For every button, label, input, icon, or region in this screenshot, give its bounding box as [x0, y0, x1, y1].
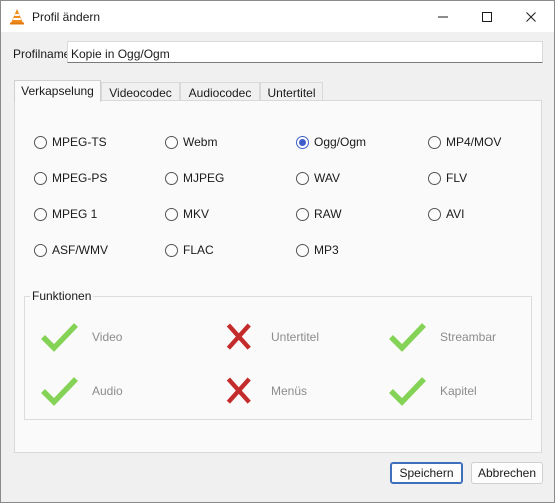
radio-label: MPEG 1	[52, 207, 98, 221]
feature-label: Video	[92, 330, 123, 344]
radio-label: MKV	[183, 207, 210, 221]
radio-label: FLAC	[183, 243, 214, 257]
radio-label: WAV	[314, 171, 340, 185]
window-title: Profil ändern	[32, 10, 101, 24]
feature-label: Untertitel	[271, 330, 320, 344]
maximize-button[interactable]	[465, 1, 509, 32]
feature-subtitles: Untertitel	[226, 321, 319, 353]
vlc-cone-icon	[9, 8, 25, 25]
feature-streamable: Streambar	[387, 321, 496, 353]
dialog-content: Profilname Verkapselung Videocodec Audio…	[1, 32, 554, 502]
radio-label: Webm	[183, 135, 218, 149]
feature-label: Audio	[92, 384, 123, 398]
radio-mpeg-1[interactable]: MPEG 1	[34, 207, 97, 221]
radio-raw[interactable]: RAW	[296, 207, 342, 221]
tab-audio-codec[interactable]: Audiocodec	[180, 82, 260, 101]
radio-label: AVI	[446, 207, 465, 221]
radio-label: MP4/MOV	[446, 135, 502, 149]
check-icon	[41, 323, 78, 352]
radio-mkv[interactable]: MKV	[165, 207, 209, 221]
check-icon	[389, 323, 426, 352]
feature-label: Kapitel	[440, 384, 477, 398]
profile-name-input[interactable]	[67, 41, 543, 63]
feature-audio: Audio	[39, 375, 123, 407]
radio-label: Ogg/Ogm	[314, 135, 367, 149]
radio-mpeg-ps[interactable]: MPEG-PS	[34, 171, 107, 185]
radio-wav[interactable]: WAV	[296, 171, 340, 185]
close-button[interactable]	[509, 1, 553, 32]
tab-encapsulation[interactable]: Verkapselung	[14, 80, 101, 102]
radio-label: MP3	[314, 243, 339, 257]
radio-asf-wmv[interactable]: ASF/WMV	[34, 243, 108, 257]
feature-label: Menüs	[271, 384, 308, 398]
radio-mjpeg[interactable]: MJPEG	[165, 171, 224, 185]
check-icon	[389, 377, 426, 406]
title-bar: Profil ändern	[1, 1, 554, 32]
save-button[interactable]: Speichern	[390, 462, 463, 484]
tab-subtitles[interactable]: Untertitel	[260, 82, 323, 101]
minimize-icon	[438, 16, 448, 17]
radio-label: MJPEG	[183, 171, 225, 185]
radio-flv[interactable]: FLV	[428, 171, 467, 185]
radio-avi[interactable]: AVI	[428, 207, 464, 221]
radio-mp3[interactable]: MP3	[296, 243, 339, 257]
feature-chapters: Kapitel	[387, 375, 477, 407]
features-title: Funktionen	[30, 289, 94, 303]
close-icon	[526, 11, 536, 22]
minimize-button[interactable]	[421, 1, 465, 32]
profile-name-label: Profilname	[13, 47, 71, 61]
feature-menus: Menüs	[226, 375, 307, 407]
maximize-icon	[482, 11, 492, 22]
radio-label: FLV	[446, 171, 468, 185]
radio-label: MPEG-PS	[52, 171, 108, 185]
tab-video-codec[interactable]: Videocodec	[101, 82, 180, 101]
check-icon	[41, 377, 78, 406]
cancel-button[interactable]: Abbrechen	[471, 462, 543, 484]
cross-icon	[226, 323, 251, 350]
radio-flac[interactable]: FLAC	[165, 243, 214, 257]
radio-webm[interactable]: Webm	[165, 135, 217, 149]
radio-label: MPEG-TS	[52, 135, 107, 149]
feature-video: Video	[39, 321, 122, 353]
profile-dialog: Profil ändern Profilname Verkapselung Vi…	[0, 0, 555, 503]
radio-label: ASF/WMV	[52, 243, 108, 257]
radio-mpeg-ts[interactable]: MPEG-TS	[34, 135, 107, 149]
feature-label: Streambar	[440, 330, 497, 344]
encapsulation-panel: MPEG-TS Webm Ogg/Ogm MP4/MOV MPEG-PS MJP…	[14, 100, 542, 453]
radio-mp4-mov[interactable]: MP4/MOV	[428, 135, 501, 149]
radio-label: RAW	[314, 207, 342, 221]
features-group: Funktionen Video Untertitel Streambar Au…	[24, 289, 532, 420]
cross-icon	[226, 377, 251, 404]
radio-ogg-ogm[interactable]: Ogg/Ogm	[296, 135, 366, 149]
